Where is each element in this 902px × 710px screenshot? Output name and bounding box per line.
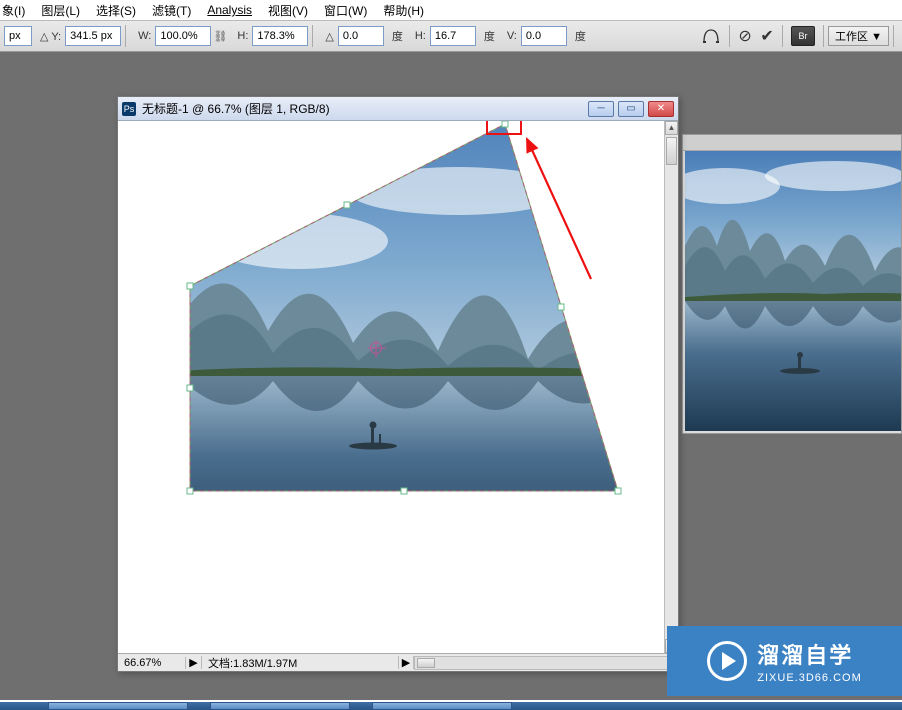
scroll-thumb[interactable] [666, 137, 677, 165]
menu-bar: 象(I) 图层(L) 选择(S) 滤镜(T) Analysis 视图(V) 窗口… [0, 0, 902, 20]
watermark: 溜溜自学 ZIXUE.3D66.COM [667, 626, 902, 696]
transform-handle-tl[interactable] [187, 283, 194, 290]
menu-help[interactable]: 帮助(H) [383, 2, 424, 19]
zoom-dropdown-icon[interactable]: ▶ [186, 656, 202, 669]
scroll-thumb[interactable] [417, 658, 435, 668]
cancel-transform-icon[interactable]: ⊘ [734, 26, 756, 46]
canvas[interactable] [118, 121, 678, 653]
divider [729, 25, 730, 47]
x-input[interactable] [4, 26, 32, 46]
menu-view[interactable]: 视图(V) [268, 2, 308, 19]
h-label: H: [237, 30, 248, 42]
divider [312, 25, 313, 47]
divider [125, 25, 126, 47]
scroll-up-arrow-icon[interactable]: ▲ [665, 121, 678, 135]
divider [782, 25, 783, 47]
transform-handle-ml[interactable] [187, 385, 194, 392]
document-title: 无标题-1 @ 66.7% (图层 1, RGB/8) [142, 100, 330, 117]
transform-handle-bl[interactable] [187, 488, 194, 495]
options-bar: △ Y: W: ⛓ H: △ 度 H: 度 V: 度 ⊘ ✔ Br 工作区 ▼ [0, 20, 902, 52]
link-icon[interactable]: ⛓ [213, 29, 227, 43]
menu-analysis[interactable]: Analysis [207, 3, 252, 17]
minimize-button[interactable]: ─ [588, 101, 614, 117]
transform-handle-mr[interactable] [558, 304, 565, 311]
w-label: W: [138, 30, 151, 42]
menu-select[interactable]: 选择(S) [96, 2, 136, 19]
menu-window[interactable]: 窗口(W) [324, 2, 367, 19]
commit-transform-icon[interactable]: ✔ [756, 26, 778, 46]
v-label: V: [507, 30, 517, 42]
titlebar[interactable]: Ps 无标题-1 @ 66.7% (图层 1, RGB/8) ─ ▭ ✕ [118, 97, 678, 121]
h2-input[interactable] [430, 26, 476, 46]
horizontal-scrollbar[interactable] [414, 656, 674, 670]
angle-label: △ [325, 30, 333, 43]
vertical-scrollbar[interactable]: ▲ ▼ [664, 121, 678, 653]
y-input[interactable] [65, 26, 121, 46]
play-icon [707, 641, 747, 681]
degree-label-2: 度 [484, 28, 495, 44]
v-input[interactable] [521, 26, 567, 46]
menu-filter[interactable]: 滤镜(T) [152, 2, 191, 19]
taskbar-item[interactable] [48, 702, 188, 710]
panel-tabbar[interactable] [683, 135, 901, 151]
annotation-arrow-icon [513, 129, 603, 289]
taskbar-item[interactable] [210, 702, 350, 710]
reference-thumbnail [685, 151, 901, 431]
y-label: △ Y: [40, 30, 61, 43]
info-dropdown-icon[interactable]: ▶ [398, 656, 414, 669]
transform-center-icon[interactable] [370, 342, 382, 354]
divider [823, 25, 824, 47]
navigator-panel [682, 134, 902, 434]
taskbar [0, 702, 902, 710]
ps-icon: Ps [122, 102, 136, 116]
maximize-button[interactable]: ▭ [618, 101, 644, 117]
taskbar-item[interactable] [372, 702, 512, 710]
document-info: 文档:1.83M/1.97M [202, 655, 398, 671]
workspace-dropdown[interactable]: 工作区 ▼ [828, 26, 889, 46]
menu-layer[interactable]: 图层(L) [41, 2, 80, 19]
transform-handle-tm[interactable] [344, 202, 351, 209]
transform-handle-bm[interactable] [401, 488, 408, 495]
document-window: Ps 无标题-1 @ 66.7% (图层 1, RGB/8) ─ ▭ ✕ [117, 96, 679, 672]
warp-icon[interactable] [699, 25, 723, 47]
angle-input[interactable] [338, 26, 384, 46]
workspace: Ps 无标题-1 @ 66.7% (图层 1, RGB/8) ─ ▭ ✕ [0, 52, 902, 700]
divider [893, 25, 894, 47]
watermark-url: ZIXUE.3D66.COM [757, 672, 861, 684]
watermark-title: 溜溜自学 [757, 638, 853, 670]
status-bar: 66.67% ▶ 文档:1.83M/1.97M ▶ [118, 653, 678, 671]
menu-image[interactable]: 象(I) [2, 2, 25, 19]
w-input[interactable] [155, 26, 211, 46]
close-button[interactable]: ✕ [648, 101, 674, 117]
bridge-button[interactable]: Br [791, 26, 815, 46]
h2-label: H: [415, 30, 426, 42]
h-input[interactable] [252, 26, 308, 46]
degree-label: 度 [392, 28, 403, 44]
transform-handle-br[interactable] [615, 488, 622, 495]
degree-label-3: 度 [575, 28, 586, 44]
zoom-level[interactable]: 66.67% [118, 657, 186, 669]
